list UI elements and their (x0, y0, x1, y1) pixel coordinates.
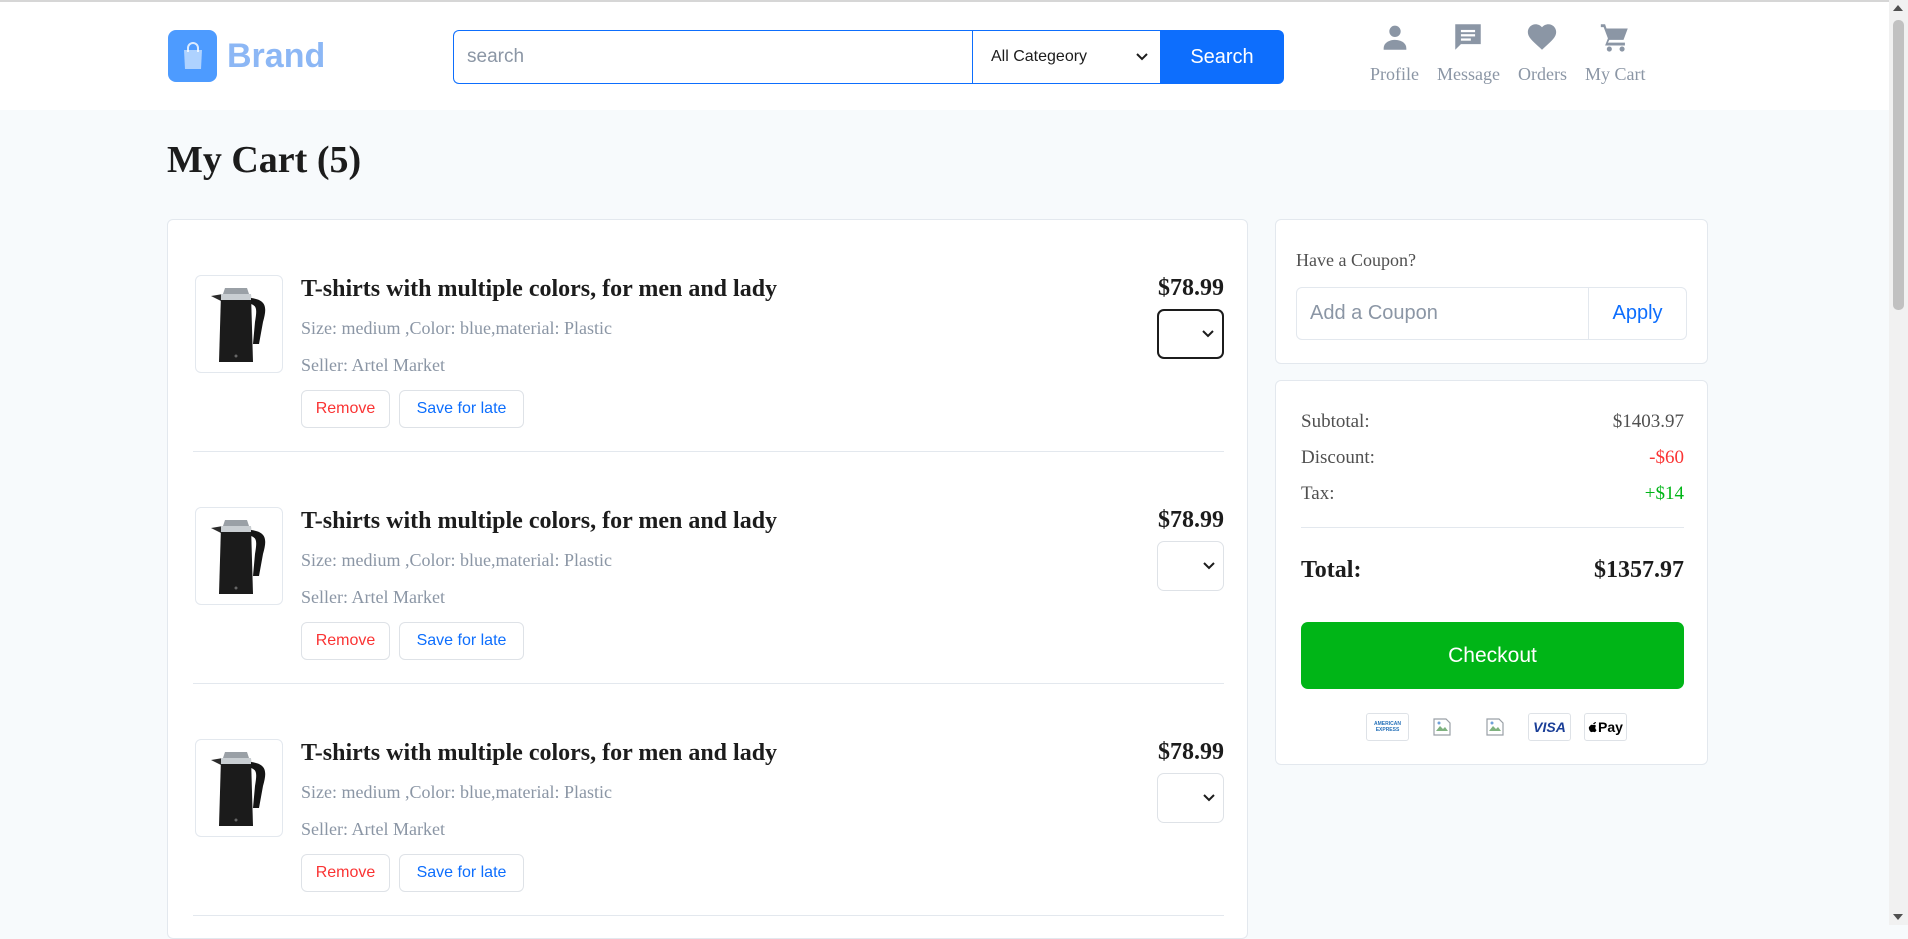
cart-item: T-shirts with multiple colors, for men a… (193, 684, 1224, 916)
quantity-select[interactable] (1157, 773, 1224, 823)
nav-profile[interactable]: Profile (1370, 20, 1419, 85)
product-thumbnail[interactable] (195, 275, 283, 373)
total-label: Total: (1301, 557, 1362, 583)
cart-item: T-shirts with multiple colors, for men a… (193, 220, 1224, 452)
remove-button[interactable]: Remove (301, 622, 390, 660)
coupon-card: Have a Coupon? Apply (1275, 219, 1708, 364)
nav-orders-label: Orders (1517, 64, 1567, 84)
product-thumbnail[interactable] (195, 739, 283, 837)
broken-image-icon (1475, 714, 1515, 740)
discount-row: Discount: -$60 (1301, 447, 1684, 469)
search-bar: All Categeory Search (453, 30, 1284, 84)
chevron-down-icon (1203, 794, 1215, 802)
site-header: Brand All Categeory Search Profile Messa… (0, 2, 1889, 110)
chevron-down-icon (1136, 53, 1148, 61)
subtotal-row: Subtotal: $1403.97 (1301, 411, 1684, 433)
save-for-later-button[interactable]: Save for late (399, 390, 524, 428)
search-button[interactable]: Search (1160, 30, 1284, 84)
message-icon (1455, 24, 1482, 50)
broken-image-icon (1422, 714, 1462, 740)
item-title[interactable]: T-shirts with multiple colors, for men a… (301, 508, 777, 535)
nav-cart-label: My Cart (1584, 64, 1646, 84)
subtotal-value: $1403.97 (1612, 411, 1684, 432)
search-input[interactable] (453, 30, 972, 84)
remove-button[interactable]: Remove (301, 390, 390, 428)
brand-name: Brand (227, 36, 326, 75)
order-summary: Subtotal: $1403.97 Discount: -$60 Tax: +… (1275, 380, 1708, 765)
brand-logo[interactable]: Brand (168, 30, 325, 82)
kettle-image (211, 752, 266, 826)
item-title[interactable]: T-shirts with multiple colors, for men a… (301, 740, 777, 767)
save-for-later-button[interactable]: Save for late (399, 622, 524, 660)
total-row: Total: $1357.97 (1301, 557, 1684, 584)
apple-pay-label: Pay (1598, 719, 1623, 735)
item-attributes: Size: medium ,Color: blue,material: Plas… (301, 550, 612, 570)
save-for-later-button[interactable]: Save for late (399, 854, 524, 892)
kettle-image (211, 288, 266, 362)
item-price: $78.99 (1158, 507, 1224, 533)
scrollbar-thumb[interactable] (1893, 20, 1904, 310)
chevron-down-icon (1202, 330, 1214, 338)
amex-icon: AMERICAN EXPRESS (1366, 713, 1409, 741)
chevron-down-icon (1203, 562, 1215, 570)
nav-message[interactable]: Message (1437, 20, 1500, 85)
header-actions: Profile Message Orders My Cart (1370, 20, 1663, 85)
visa-icon: VISA (1528, 713, 1571, 741)
remove-button[interactable]: Remove (301, 854, 390, 892)
item-seller: Seller: Artel Market (301, 355, 445, 375)
item-price: $78.99 (1158, 739, 1224, 765)
tax-value: +$14 (1644, 483, 1684, 504)
apple-pay-icon: Pay (1584, 713, 1627, 741)
product-thumbnail[interactable] (195, 507, 283, 605)
page-title: My Cart (5) (167, 139, 362, 181)
cart-item: T-shirts with multiple colors, for men a… (193, 452, 1224, 684)
item-attributes: Size: medium ,Color: blue,material: Plas… (301, 318, 612, 338)
nav-cart[interactable]: My Cart (1584, 20, 1646, 85)
tax-label: Tax: (1301, 483, 1335, 504)
nav-orders[interactable]: Orders (1518, 20, 1567, 85)
category-select-value: All Categeory (991, 48, 1088, 65)
quantity-select[interactable] (1157, 309, 1224, 359)
item-title[interactable]: T-shirts with multiple colors, for men a… (301, 276, 777, 303)
item-attributes: Size: medium ,Color: blue,material: Plas… (301, 782, 612, 802)
nav-message-label: Message (1437, 64, 1500, 84)
subtotal-label: Subtotal: (1301, 411, 1370, 432)
item-seller: Seller: Artel Market (301, 819, 445, 839)
person-icon (1383, 25, 1406, 50)
item-seller: Seller: Artel Market (301, 587, 445, 607)
category-select[interactable]: All Categeory (972, 30, 1160, 84)
payment-methods: AMERICAN EXPRESS VISA Pay (1366, 713, 1640, 741)
heart-icon (1528, 24, 1557, 50)
quantity-select[interactable] (1157, 541, 1224, 591)
vertical-scrollbar[interactable] (1889, 0, 1908, 925)
nav-profile-label: Profile (1370, 64, 1419, 84)
apply-coupon-button[interactable]: Apply (1588, 288, 1686, 339)
kettle-image (211, 520, 266, 594)
checkout-button[interactable]: Checkout (1301, 622, 1684, 689)
item-price: $78.99 (1158, 275, 1224, 301)
apple-logo-icon (1588, 722, 1597, 733)
cart-items-panel: T-shirts with multiple colors, for men a… (167, 219, 1248, 939)
coupon-input[interactable] (1297, 288, 1588, 339)
discount-label: Discount: (1301, 447, 1375, 468)
total-value: $1357.97 (1594, 557, 1684, 583)
discount-value: -$60 (1649, 447, 1684, 468)
tax-row: Tax: +$14 (1301, 483, 1684, 505)
shopping-bag-icon (168, 30, 217, 82)
coupon-label: Have a Coupon? (1296, 250, 1416, 270)
scroll-up-arrow-icon[interactable] (1893, 5, 1903, 11)
coupon-field-group: Apply (1296, 287, 1687, 340)
summary-divider (1301, 527, 1684, 528)
scroll-down-arrow-icon[interactable] (1893, 914, 1903, 920)
cart-icon (1601, 24, 1628, 52)
